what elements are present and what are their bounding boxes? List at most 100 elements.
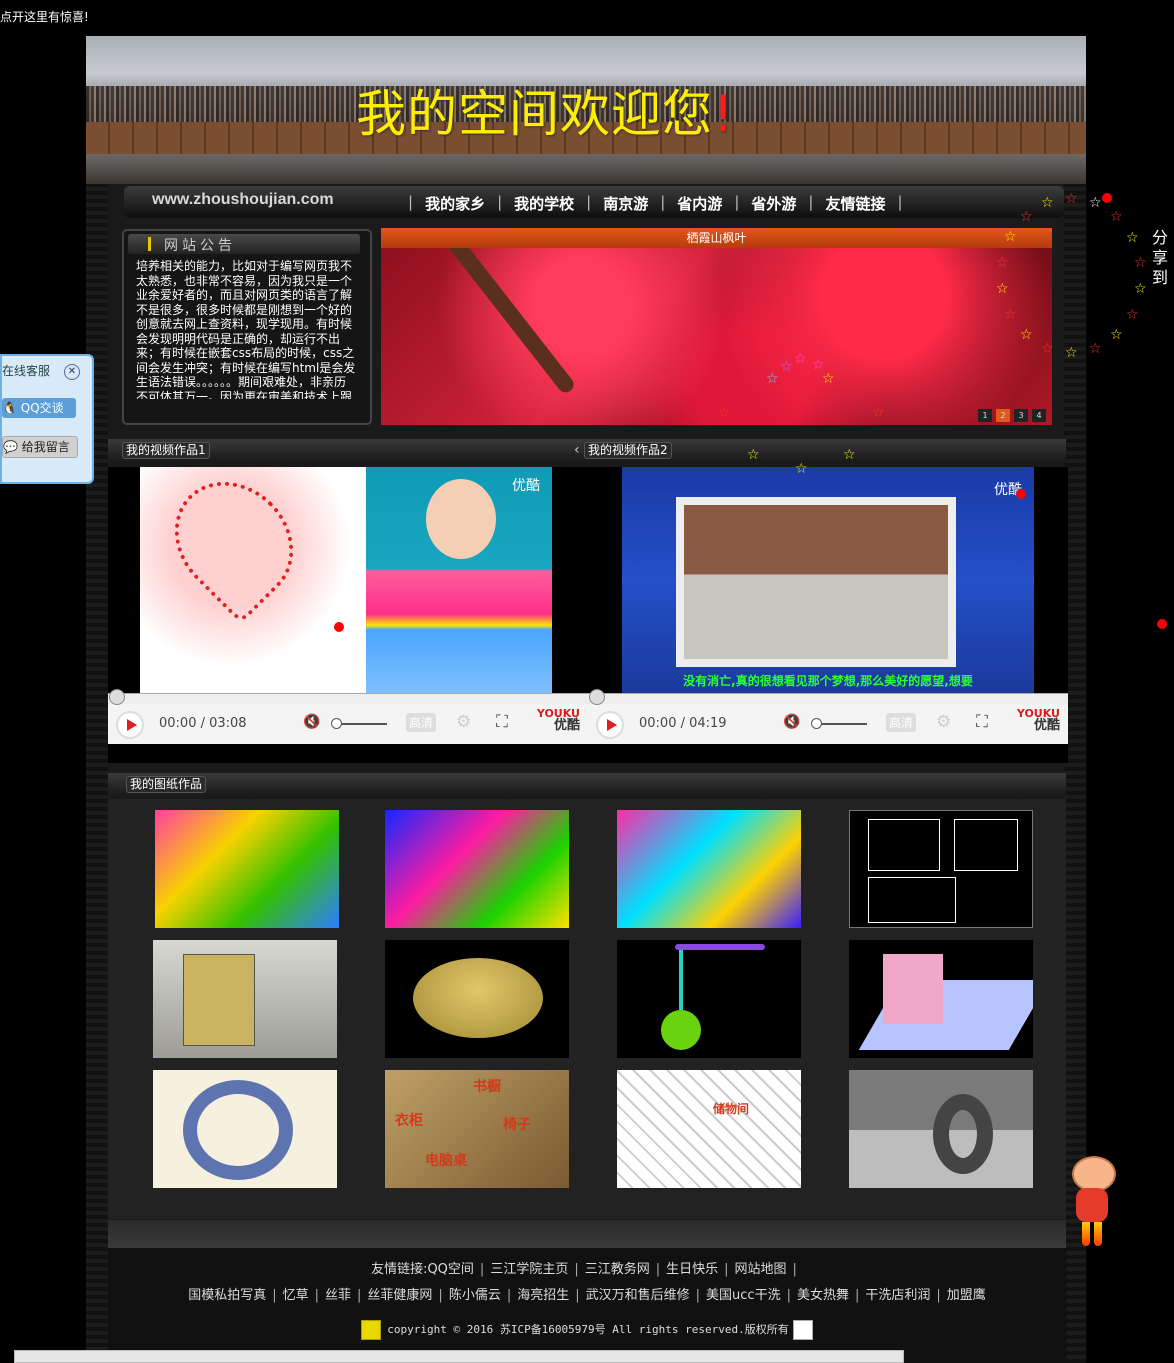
friend-link-sitemap[interactable]: 网站地图	[735, 1262, 787, 1277]
friend-link-5[interactable]: 陈小儒云	[449, 1288, 501, 1303]
slider-dot-2[interactable]: 2	[996, 409, 1010, 422]
copyright-line: copyright © 2016 苏ICP备16005979号 All righ…	[108, 1320, 1066, 1340]
share-to-button[interactable]: 分享到	[1152, 228, 1168, 288]
hd-button[interactable]: 高清	[406, 713, 437, 732]
star-icon: ☆	[795, 461, 808, 477]
gallery-item-7[interactable]	[617, 940, 801, 1058]
mute-icon[interactable]: 🔇	[303, 714, 320, 730]
star-icon: ☆	[812, 357, 825, 373]
video1-controls: 00:00 / 03:08 🔇 高清 ⚙ ⛶ YOUKU 优酷	[108, 703, 588, 744]
gallery-item-8[interactable]	[849, 940, 1033, 1058]
friend-link-sanjiang[interactable]: 三江学院主页	[490, 1262, 568, 1277]
online-service-widget: 在线客服 ✕ 🐧 QQ交谈 💬 给我留言	[0, 354, 94, 484]
nav-item-nanjing[interactable]: 南京游	[603, 193, 648, 214]
volume-slider[interactable]	[811, 718, 867, 729]
label-chair: 椅子	[503, 1117, 531, 1133]
gallery-item-6[interactable]	[385, 940, 569, 1058]
friend-link-1[interactable]: 国模私拍写真	[188, 1288, 266, 1303]
video-player-1[interactable]: 优酷 00:00 / 03:08 🔇 高清 ⚙ ⛶ YOUKU 优酷	[108, 457, 588, 763]
notice-bar-icon	[148, 237, 151, 251]
leave-message-button[interactable]: 💬 给我留言	[2, 436, 78, 458]
pig-body-shape	[1076, 1188, 1108, 1222]
nav-item-school[interactable]: 我的学校	[514, 193, 574, 214]
video1-progress-handle[interactable]	[109, 689, 125, 705]
nav-item-out-province[interactable]: 省外游	[751, 193, 796, 214]
play-icon[interactable]	[116, 711, 144, 739]
friend-links-label: 友情链接:	[371, 1262, 428, 1277]
leave-message-label: 给我留言	[21, 440, 70, 454]
gallery-item-10[interactable]: 书橱 衣柜 电脑桌 椅子	[385, 1070, 569, 1188]
gallery-item-12[interactable]	[849, 1070, 1033, 1188]
video2-progress-bar[interactable]	[588, 689, 1068, 705]
gear-icon[interactable]: ⚙	[936, 712, 951, 732]
star-icon: ☆	[794, 351, 807, 367]
friend-link-4[interactable]: 丝菲健康网	[367, 1288, 432, 1303]
friend-link-6[interactable]: 海亮招生	[517, 1288, 569, 1303]
label-desk: 电脑桌	[425, 1153, 467, 1169]
slider-dot-3[interactable]: 3	[1014, 409, 1028, 422]
gallery-item-1[interactable]	[155, 810, 339, 928]
friend-links-row2: 国模私拍写真 | 忆草 | 丝菲 | 丝菲健康网 | 陈小儒云 | 海亮招生 | 武汉万和售后维修 | 美国…	[188, 1288, 986, 1303]
play-icon[interactable]	[596, 711, 624, 739]
volume-slider[interactable]	[331, 718, 387, 729]
banner-title-exclaim: !	[713, 85, 735, 143]
gallery-item-5[interactable]	[153, 940, 337, 1058]
fullscreen-icon[interactable]: ⛶	[976, 712, 988, 732]
cad-view-3	[868, 877, 956, 923]
footer: 友情链接:QQ空间 | 三江学院主页 | 三江教务网 | 生日快乐 | 网站地图 | 国模私拍写真…	[108, 1248, 1066, 1363]
photo-slider[interactable]: 栖霞山枫叶 1 2 3 4	[381, 228, 1052, 425]
nav-links: | 我的家乡 | 我的学校 | 南京游 | 省内游 | 省外游 | 友情链接 |	[408, 193, 903, 214]
section-label-video2: 我的视频作品2	[584, 442, 672, 459]
building-shape	[183, 954, 255, 1046]
banner-water-image	[86, 154, 1086, 184]
site-url[interactable]: www.zhoushoujian.com	[152, 191, 334, 209]
gallery-item-3[interactable]	[617, 810, 801, 928]
star-icon: ☆	[822, 371, 835, 387]
qq-penguin-icon: 🐧	[2, 401, 17, 415]
qq-chat-button[interactable]: 🐧 QQ交谈	[2, 398, 76, 418]
youku-watermark: 优酷	[512, 478, 540, 494]
friend-link-birthday[interactable]: 生日快乐	[666, 1262, 718, 1277]
gallery-item-2[interactable]	[385, 810, 569, 928]
friend-link-jiaowu[interactable]: 三江教务网	[585, 1262, 650, 1277]
gallery-item-4[interactable]	[849, 810, 1033, 928]
pendulum-bar	[675, 944, 765, 950]
chevron-left-icon[interactable]: ‹	[574, 442, 580, 458]
friend-link-8[interactable]: 美国ucc干洗	[706, 1288, 781, 1303]
slider-dot-1[interactable]: 1	[978, 409, 992, 422]
mute-icon[interactable]: 🔇	[783, 714, 800, 730]
gallery-item-9[interactable]	[153, 1070, 337, 1188]
friend-link-3[interactable]: 丝菲	[325, 1288, 351, 1303]
friend-link-qzone[interactable]: QQ空间	[427, 1262, 473, 1277]
video2-photo-frame	[676, 497, 956, 667]
nav-item-friend-links[interactable]: 友情链接	[825, 193, 885, 214]
qq-chat-label: QQ交谈	[20, 401, 64, 415]
surprise-link[interactable]: 点开这里有惊喜!	[0, 8, 89, 25]
nav-item-hometown[interactable]: 我的家乡	[425, 193, 485, 214]
close-icon[interactable]: ✕	[64, 364, 80, 380]
notice-panel: 网站公告 培养相关的能力，比如对于编写网页我不太熟悉，也非常不容易，因为我只是一…	[122, 229, 372, 425]
video1-progress-bar[interactable]	[108, 689, 588, 705]
pig-mascot[interactable]	[1066, 1152, 1118, 1250]
slider-dot-4[interactable]: 4	[1032, 409, 1046, 422]
video1-girl-image: 优酷	[366, 467, 552, 693]
cz-badge-icon[interactable]	[361, 1320, 382, 1340]
friend-link-7[interactable]: 武汉万和售后维修	[586, 1288, 690, 1303]
fullscreen-icon[interactable]: ⛶	[496, 712, 508, 732]
star-icon: ☆	[996, 255, 1009, 271]
hd-button[interactable]: 高清	[886, 713, 917, 732]
gallery-item-11[interactable]: 储物间	[617, 1070, 801, 1188]
cnzz-stats-icon[interactable]	[792, 1320, 813, 1340]
face-shape	[426, 479, 496, 559]
friend-link-10[interactable]: 干洗店利润	[865, 1288, 930, 1303]
friend-link-9[interactable]: 美女热舞	[797, 1288, 849, 1303]
video2-progress-handle[interactable]	[589, 689, 605, 705]
friend-link-11[interactable]: 加盟鹰	[947, 1288, 986, 1303]
main-nav: www.zhoushoujian.com | 我的家乡 | 我的学校 | 南京游…	[124, 186, 1064, 218]
gear-icon[interactable]: ⚙	[456, 712, 471, 732]
nav-item-in-province[interactable]: 省内游	[677, 193, 722, 214]
video-player-2[interactable]: 优酷 没有消亡,真的很想看见那个梦想,那么美好的愿望,想要 00:00 / 04…	[588, 467, 1068, 763]
star-icon: ☆	[1020, 327, 1033, 343]
horizontal-scrollbar[interactable]	[14, 1350, 904, 1363]
friend-link-2[interactable]: 忆草	[283, 1288, 309, 1303]
